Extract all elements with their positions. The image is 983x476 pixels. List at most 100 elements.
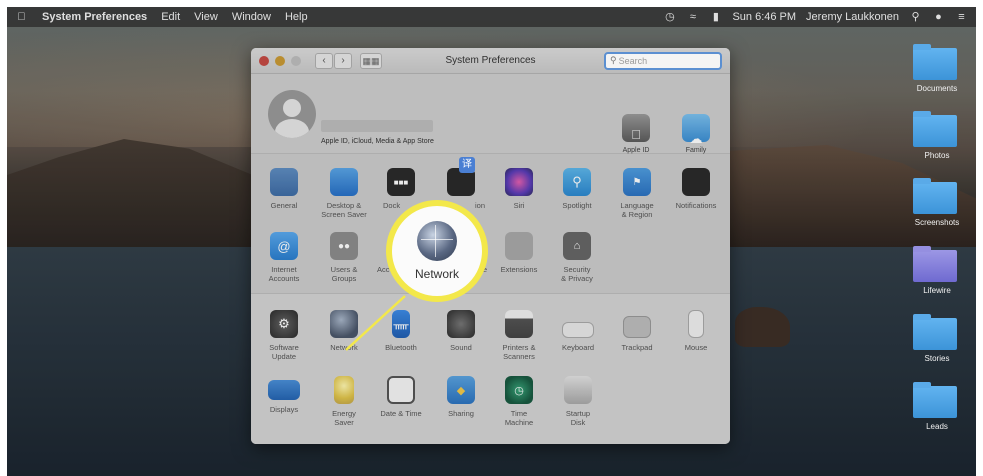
software-update-icon: ⚙ — [270, 310, 298, 338]
pref-energy-saver[interactable]: Energy Saver — [314, 376, 374, 427]
folder-icon — [913, 246, 957, 282]
battery-icon[interactable]: ▮ — [709, 11, 722, 24]
folder-label: Screenshots — [914, 218, 960, 227]
search-placeholder: Search — [618, 55, 648, 66]
pref-bluetooth[interactable]: ᚅ Bluetooth — [371, 310, 431, 352]
apple-menu-icon[interactable]:  — [15, 11, 28, 24]
pref-sound[interactable]: Sound — [431, 310, 491, 352]
pref-language-region[interactable]: ⚑ Language & Region — [607, 168, 667, 219]
internet-accounts-icon: @ — [270, 232, 298, 260]
date-time-icon — [387, 376, 415, 404]
pref-label: Bluetooth — [385, 343, 417, 352]
pref-keyboard[interactable]: Keyboard — [548, 310, 608, 352]
desktop-folder-documents[interactable]: Documents — [910, 44, 960, 93]
pref-users-groups[interactable]: ●● Users & Groups — [314, 232, 374, 283]
pref-label: Software Update — [269, 343, 299, 361]
pref-software-update[interactable]: ⚙ Software Update — [254, 310, 314, 361]
spotlight-search-icon[interactable]: ⚲ — [909, 11, 922, 24]
security-icon: ⌂ — [563, 232, 591, 260]
show-all-button[interactable]: ▦▦ — [360, 52, 382, 69]
time-machine-status-icon[interactable]: ◷ — [663, 11, 676, 24]
pref-network[interactable]: Network — [314, 310, 374, 352]
menu-window[interactable]: Window — [232, 11, 271, 23]
close-button[interactable] — [259, 55, 269, 66]
notification-center-icon[interactable]: ≡ — [955, 11, 968, 24]
pref-label: Startup Disk — [565, 409, 591, 427]
energy-saver-icon — [334, 376, 354, 404]
pref-startup-disk[interactable]: Startup Disk — [548, 376, 608, 427]
pref-spotlight[interactable]: ⚲ Spotlight — [547, 168, 607, 210]
siri-menu-icon[interactable]: ● — [932, 11, 945, 24]
pref-label: Sound — [450, 343, 472, 352]
sharing-icon: ◆ — [447, 376, 475, 404]
callout-label: Network — [414, 267, 459, 281]
search-icon: ⚲ — [610, 55, 617, 65]
forward-button[interactable]: › — [334, 52, 352, 69]
clock[interactable]: Sun 6:46 PM — [732, 11, 796, 23]
network-icon — [330, 310, 358, 338]
folder-label: Leads — [926, 422, 948, 431]
pref-sharing[interactable]: ◆ Sharing — [431, 376, 491, 418]
desktop-folder-lifewire[interactable]: Lifewire — [910, 246, 960, 295]
menu-view[interactable]: View — [194, 11, 218, 23]
pref-printers-scanners[interactable]: Printers & Scanners — [489, 310, 549, 361]
desktop-folder-photos[interactable]: Photos — [910, 111, 960, 160]
desktop-folder-leads[interactable]: Leads — [910, 382, 960, 431]
network-globe-icon — [417, 221, 457, 261]
desktop-folder-stories[interactable]: Stories — [910, 314, 960, 363]
menu-edit[interactable]: Edit — [161, 11, 180, 23]
preferences-section-2: ⚙ Software Update Network ᚅ Bluetooth So… — [251, 294, 730, 444]
pref-label: Notifications — [675, 201, 717, 210]
pref-label: Displays — [269, 405, 299, 414]
pref-label: Mouse — [684, 343, 708, 352]
pref-label: Extensions — [500, 265, 538, 274]
pref-label: General — [270, 201, 298, 210]
folder-icon — [913, 44, 957, 80]
pref-label: Spotlight — [562, 201, 592, 210]
pref-security-privacy[interactable]: ⌂ Security & Privacy — [547, 232, 607, 283]
pref-notifications[interactable]: Notifications — [666, 168, 726, 210]
pref-trackpad[interactable]: Trackpad — [607, 310, 667, 352]
folder-label: Photos — [924, 151, 950, 160]
zoom-button[interactable] — [291, 55, 301, 66]
pref-siri[interactable]: Siri — [489, 168, 549, 210]
bluetooth-icon: ᚅ — [392, 310, 410, 338]
apple-id-icon:  — [622, 114, 650, 142]
translate-icon[interactable]: 译 — [459, 157, 475, 173]
wifi-icon[interactable]: ≈ — [686, 11, 699, 24]
pref-apple-id[interactable]:  Apple ID — [606, 114, 666, 155]
desktop-folder-screenshots[interactable]: Screenshots — [910, 178, 960, 227]
pref-label: Date & Time — [380, 409, 422, 418]
menu-help[interactable]: Help — [285, 11, 308, 23]
pref-mouse[interactable]: Mouse — [666, 310, 726, 352]
pref-extensions[interactable]: Extensions — [489, 232, 549, 274]
pref-internet-accounts[interactable]: @ Internet Accounts — [254, 232, 314, 283]
family-sharing-icon: ☁ — [682, 114, 710, 146]
folder-icon — [913, 382, 957, 418]
startup-disk-icon — [564, 376, 592, 404]
notifications-icon — [682, 168, 710, 196]
user-name[interactable]: Jeremy Laukkonen — [806, 11, 899, 23]
avatar[interactable] — [268, 90, 316, 138]
displays-icon — [268, 380, 300, 400]
preferences-section-1: General Desktop & Screen Saver ■■■ Dock … — [251, 154, 730, 294]
pref-label: Language & Region — [620, 201, 654, 219]
search-field[interactable]: ⚲ Search — [604, 51, 722, 70]
pref-general[interactable]: General — [254, 168, 314, 210]
printers-icon — [505, 310, 533, 338]
pref-desktop-screensaver[interactable]: Desktop & Screen Saver — [314, 168, 374, 219]
pref-date-time[interactable]: Date & Time — [371, 376, 431, 418]
account-name-redacted — [321, 120, 433, 132]
folder-icon — [913, 111, 957, 147]
siri-icon — [505, 168, 533, 196]
back-button[interactable]: ‹ — [315, 52, 333, 69]
dock-icon: ■■■ — [387, 168, 415, 196]
app-menu[interactable]: System Preferences — [42, 11, 147, 23]
trackpad-icon — [623, 316, 651, 338]
pref-time-machine[interactable]: ◷ Time Machine — [489, 376, 549, 427]
pref-displays[interactable]: Displays — [254, 376, 314, 414]
minimize-button[interactable] — [275, 55, 285, 66]
mouse-icon — [688, 310, 704, 338]
pref-label: Trackpad — [621, 343, 653, 352]
system-preferences-window: ‹ › ▦▦ System Preferences ⚲ Search Apple… — [251, 48, 730, 444]
